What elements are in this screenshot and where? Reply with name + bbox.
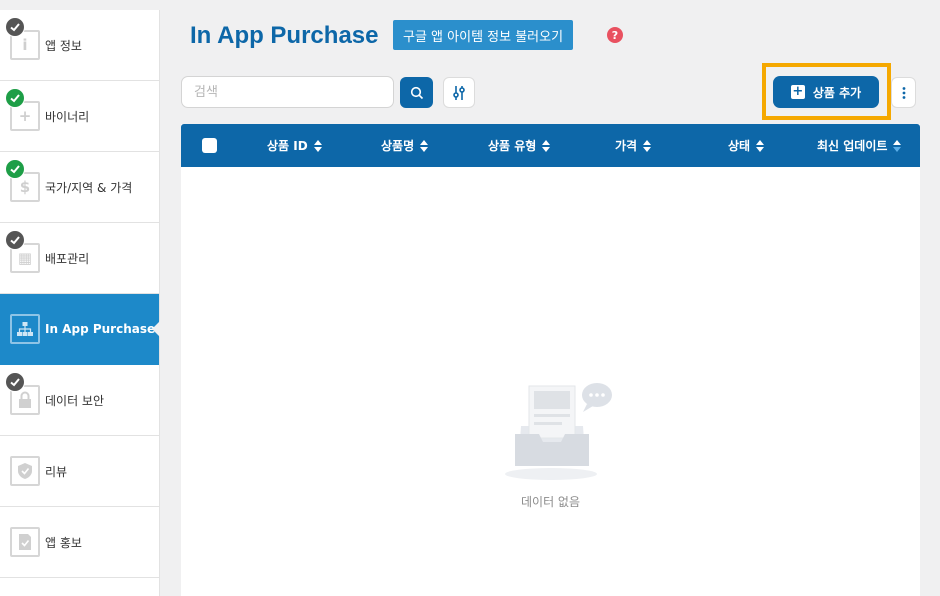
check-icon xyxy=(5,88,25,108)
sidebar-item-app-promotion[interactable]: 앱 홍보 xyxy=(0,507,159,578)
column-last-updated[interactable]: 최신 업데이트 xyxy=(817,124,902,167)
sliders-icon xyxy=(453,85,465,100)
sort-icon xyxy=(420,139,429,152)
sidebar: i 앱 정보 + 바이너리 $ 국가/지역 & 가격 ▦ 배포관리 In App… xyxy=(0,10,160,596)
sidebar-item-binary[interactable]: + 바이너리 xyxy=(0,81,159,152)
more-options-button[interactable] xyxy=(891,77,916,108)
sort-icon xyxy=(893,139,902,152)
sidebar-item-app-info[interactable]: i 앱 정보 xyxy=(0,10,159,81)
column-product-name[interactable]: 상품명 xyxy=(381,124,429,167)
more-vertical-icon xyxy=(902,86,905,99)
sidebar-item-label: 바이너리 xyxy=(45,109,90,124)
check-icon xyxy=(5,372,25,392)
check-icon xyxy=(5,17,25,37)
column-price[interactable]: 가격 xyxy=(615,124,652,167)
search-icon xyxy=(410,86,423,99)
sidebar-item-label: 리뷰 xyxy=(45,464,68,479)
add-product-button[interactable]: + 상품 추가 xyxy=(773,76,879,108)
plus-icon: + xyxy=(790,84,805,99)
sort-icon xyxy=(313,139,322,152)
sidebar-item-label: 앱 정보 xyxy=(45,38,82,53)
load-google-items-button[interactable]: 구글 앱 아이템 정보 불러오기 xyxy=(393,20,574,50)
empty-inbox-icon xyxy=(505,383,612,480)
sidebar-item-label: 배포관리 xyxy=(45,251,90,266)
select-all-checkbox[interactable] xyxy=(202,138,217,153)
check-icon xyxy=(5,159,25,179)
help-icon[interactable]: ? xyxy=(607,27,623,43)
add-product-label: 상품 추가 xyxy=(812,85,862,100)
sidebar-item-data-security[interactable]: 데이터 보안 xyxy=(0,365,159,436)
page-title: In App Purchase xyxy=(190,22,379,49)
sidebar-item-label: 앱 홍보 xyxy=(45,535,82,550)
check-icon xyxy=(5,230,25,250)
column-status[interactable]: 상태 xyxy=(728,124,765,167)
shield-icon xyxy=(10,456,40,486)
sidebar-item-country-price[interactable]: $ 국가/지역 & 가격 xyxy=(0,152,159,223)
sidebar-item-distribution[interactable]: ▦ 배포관리 xyxy=(0,223,159,294)
sidebar-item-in-app-purchase[interactable]: In App Purchase xyxy=(0,294,160,365)
sort-icon xyxy=(756,139,765,152)
sort-icon xyxy=(542,139,551,152)
empty-state: 데이터 없음 xyxy=(181,167,920,596)
search-input[interactable] xyxy=(181,76,394,108)
empty-state-text: 데이터 없음 xyxy=(520,495,580,509)
filter-button[interactable] xyxy=(443,77,475,108)
sidebar-item-label: 데이터 보안 xyxy=(45,393,105,408)
sidebar-item-label: In App Purchase xyxy=(45,322,156,336)
sidebar-item-label: 국가/지역 & 가격 xyxy=(45,180,133,195)
document-icon xyxy=(10,527,40,557)
product-table: 상품 ID 상품명 상품 유형 가격 상태 최신 업데이트 데이터 없음 xyxy=(181,124,920,596)
table-header: 상품 ID 상품명 상품 유형 가격 상태 최신 업데이트 xyxy=(181,124,920,167)
search-button[interactable] xyxy=(400,77,433,108)
column-product-id[interactable]: 상품 ID xyxy=(267,124,322,167)
column-product-type[interactable]: 상품 유형 xyxy=(488,124,551,167)
sidebar-item-review[interactable]: 리뷰 xyxy=(0,436,159,507)
hierarchy-icon xyxy=(10,314,40,344)
sort-icon xyxy=(643,139,652,152)
